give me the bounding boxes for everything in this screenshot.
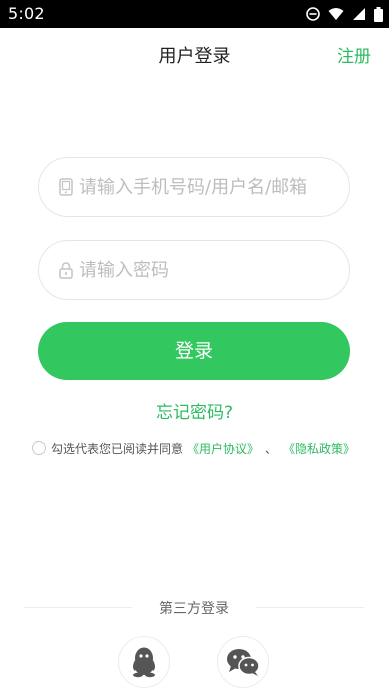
status-time: 5:02 [8,4,45,23]
qq-icon [133,647,155,678]
qq-login-button[interactable] [118,636,170,688]
page-title: 用户登录 [158,46,231,67]
divider-line [256,607,364,608]
battery-icon [374,6,383,22]
agreement-text: 勾选代表您已阅读并同意 [51,441,184,456]
wifi-icon [328,8,344,20]
status-bar: 5:02 [0,0,389,28]
header: 用户登录 注册 [0,28,389,82]
account-input[interactable] [79,170,339,204]
third-party-divider: 第三方登录 [24,596,364,618]
third-party-label: 第三方登录 [159,601,229,617]
account-field[interactable] [38,157,350,217]
agreement-checkbox[interactable] [32,441,46,455]
register-link[interactable]: 注册 [337,42,371,67]
user-agreement-link[interactable]: 《用户协议》 [187,440,259,457]
login-button[interactable]: 登录 [38,322,350,380]
forgot-password-link[interactable]: 忘记密码? [0,398,389,423]
lock-icon [59,262,73,279]
signal-icon [353,8,365,20]
agreement-separator: 、 [265,441,278,456]
privacy-policy-link[interactable]: 《隐私政策》 [283,440,355,457]
phone-icon [59,178,73,196]
password-field[interactable] [38,240,350,300]
agreement-row: 勾选代表您已阅读并同意 《用户协议》 、 《隐私政策》 [32,438,355,458]
dnd-icon [306,7,320,21]
wechat-login-button[interactable] [217,636,269,688]
password-input[interactable] [79,253,339,287]
wechat-icon [227,649,260,676]
status-icons [306,6,383,22]
